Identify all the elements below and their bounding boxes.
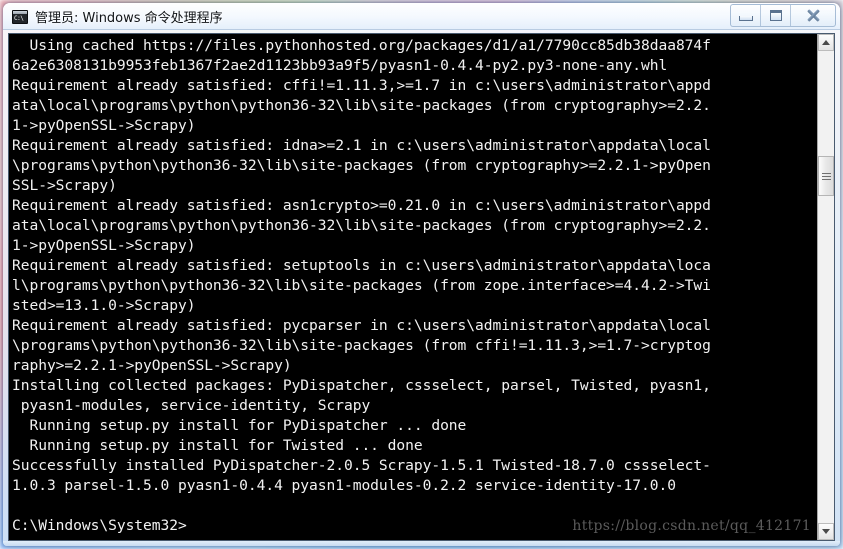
close-button[interactable] — [791, 5, 835, 26]
console-line: Requirement already satisfied: cffi!=1.1… — [12, 77, 711, 94]
command-prompt-window: 管理员: Windows 命令处理程序 Using cached https:/… — [3, 3, 840, 546]
console-line: 1->pyOpenSSL->Scrapy) — [12, 117, 196, 134]
console-line: 1.0.3 parsel-1.5.0 pyasn1-0.4.4 pyasn1-m… — [12, 477, 676, 494]
console-line: Running setup.py install for Twisted ...… — [12, 437, 423, 454]
scroll-up-button[interactable] — [818, 34, 834, 51]
console-line: l\programs\python\python36-32\lib\site-p… — [12, 277, 711, 294]
scrollbar-thumb[interactable] — [818, 156, 834, 196]
chevron-down-icon — [822, 529, 830, 534]
minimize-icon — [738, 15, 753, 21]
vertical-scrollbar[interactable] — [817, 34, 834, 540]
console-line: Requirement already satisfied: setuptool… — [12, 257, 711, 274]
maximize-icon — [769, 10, 782, 21]
minimize-button[interactable] — [731, 5, 761, 26]
console-line: \programs\python\python36-32\lib\site-pa… — [12, 157, 711, 174]
console-line: Running setup.py install for PyDispatche… — [12, 417, 467, 434]
window-title: 管理员: Windows 命令处理程序 — [35, 11, 223, 26]
console-line: Requirement already satisfied: idna>=2.1… — [12, 137, 711, 154]
console-line: sted>=13.1.0->Scrapy) — [12, 297, 196, 314]
close-icon — [806, 8, 821, 23]
grip-icon — [821, 172, 831, 180]
console-line: 1->pyOpenSSL->Scrapy) — [12, 237, 196, 254]
console-line: Successfully installed PyDispatcher-2.0.… — [12, 457, 711, 474]
console-line: C:\Windows\System32> — [12, 517, 187, 534]
maximize-button[interactable] — [761, 5, 791, 26]
window-bottom-edge — [3, 541, 840, 546]
window-titlebar[interactable]: 管理员: Windows 命令处理程序 — [3, 3, 840, 30]
console-client-area: Using cached https://files.pythonhosted.… — [8, 33, 835, 541]
console-line: Using cached https://files.pythonhosted.… — [12, 37, 711, 54]
console-line: pyasn1-modules, service-identity, Scrapy — [12, 397, 371, 414]
console-line: SSL->Scrapy) — [12, 177, 117, 194]
console-line: Installing collected packages: PyDispatc… — [12, 377, 711, 394]
scroll-down-button[interactable] — [818, 523, 834, 540]
scrollbar-track[interactable] — [818, 51, 834, 523]
cmd-console-icon — [12, 9, 28, 24]
console-line: ata\local\programs\python\python36-32\li… — [12, 217, 711, 234]
console-text-buffer: Using cached https://files.pythonhosted.… — [9, 36, 817, 536]
console-line: \programs\python\python36-32\lib\site-pa… — [12, 337, 711, 354]
console-line: Requirement already satisfied: pycparser… — [12, 317, 711, 334]
console-line: ata\local\programs\python\python36-32\li… — [12, 97, 711, 114]
console-line: 6a2e6308131b9953feb1367f2ae2d1123bb93a9f… — [12, 57, 668, 74]
console-line: raphy>=2.2.1->pyOpenSSL->Scrapy) — [12, 357, 292, 374]
chevron-up-icon — [822, 40, 830, 45]
console-line: Requirement already satisfied: asn1crypt… — [12, 197, 711, 214]
window-controls — [730, 4, 836, 27]
console-output[interactable]: Using cached https://files.pythonhosted.… — [9, 34, 817, 540]
